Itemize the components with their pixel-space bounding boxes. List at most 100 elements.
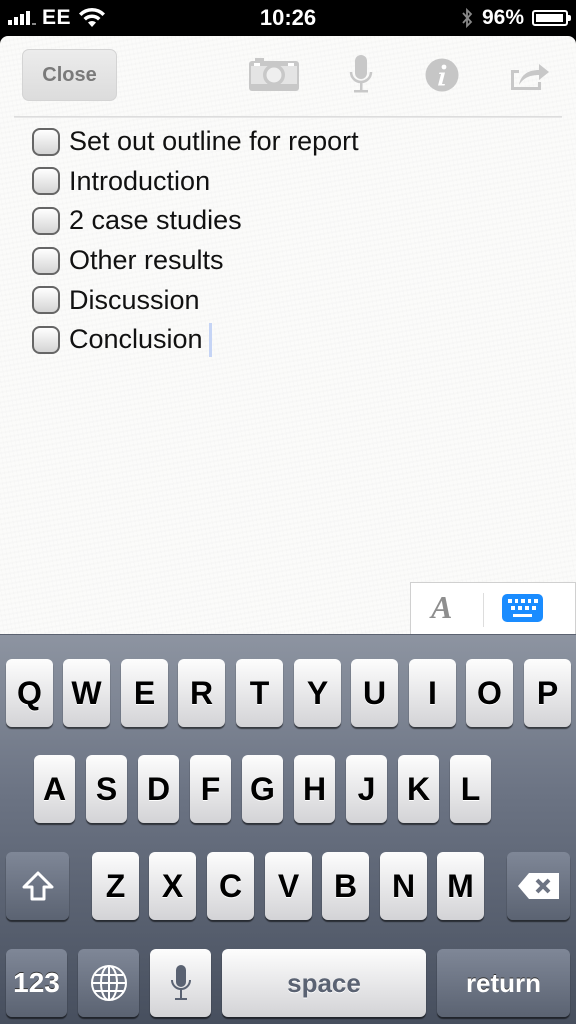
dictate-button[interactable] [346, 54, 376, 96]
key-j[interactable]: J [346, 755, 387, 823]
key-label: W [71, 674, 102, 711]
key-v[interactable]: V [265, 852, 312, 920]
checklist-item[interactable]: Set out outline for report [32, 122, 359, 162]
key-label: M [447, 867, 474, 904]
key-o[interactable]: O [466, 659, 513, 727]
key-s[interactable]: S [86, 755, 127, 823]
key-c[interactable]: C [207, 852, 254, 920]
key-label: S [95, 770, 118, 807]
numbers-key[interactable]: 123 [6, 949, 67, 1017]
key-p[interactable]: P [524, 659, 571, 727]
key-label: F [200, 770, 221, 807]
key-w[interactable]: W [63, 659, 110, 727]
shift-key[interactable] [6, 852, 69, 920]
key-label: O [477, 674, 502, 711]
battery-percent: 96% [481, 6, 524, 29]
checklist-item[interactable]: 2 case studies [32, 201, 359, 241]
key-label: V [277, 867, 300, 904]
dictation-key[interactable] [150, 949, 211, 1017]
key-u[interactable]: U [351, 659, 398, 727]
key-label: L [460, 770, 481, 807]
key-label: A [42, 770, 67, 807]
key-m[interactable]: M [437, 852, 484, 920]
key-label: D [146, 770, 171, 807]
font-format-icon[interactable]: A [431, 589, 452, 626]
globe-key[interactable] [78, 949, 139, 1017]
note-page[interactable]: Close Set out outline for report Introdu… [0, 36, 576, 634]
key-label: G [250, 770, 275, 807]
key-label: P [536, 674, 559, 711]
checklist-item-text[interactable]: Conclusion [69, 324, 203, 355]
key-d[interactable]: D [138, 755, 179, 823]
keyboard-icon[interactable] [502, 594, 543, 622]
globe-icon [90, 965, 127, 1001]
key-label: J [357, 770, 376, 807]
key-f[interactable]: F [190, 755, 231, 823]
key-h[interactable]: H [294, 755, 335, 823]
checkbox[interactable] [32, 246, 60, 275]
close-button[interactable]: Close [22, 49, 117, 101]
checklist-item-text[interactable]: 2 case studies [69, 205, 242, 236]
checkbox[interactable] [32, 206, 60, 235]
toolbar: Close [0, 36, 576, 116]
camera-icon [249, 58, 299, 91]
return-key[interactable]: return [437, 949, 570, 1017]
key-b[interactable]: B [322, 852, 369, 920]
key-label: C [218, 867, 243, 904]
key-label: Z [105, 867, 126, 904]
key-label: 123 [13, 967, 60, 998]
delete-icon [517, 873, 559, 899]
key-label: H [302, 770, 327, 807]
key-label: K [406, 770, 431, 807]
key-q[interactable]: Q [6, 659, 53, 727]
camera-button[interactable] [247, 54, 301, 96]
checklist-item-text[interactable]: Set out outline for report [69, 126, 359, 157]
key-label: Y [306, 674, 329, 711]
checkbox[interactable] [32, 127, 60, 156]
info-button[interactable] [424, 54, 460, 96]
key-n[interactable]: N [380, 852, 427, 920]
key-label: I [428, 674, 437, 711]
checklist-item[interactable]: Introduction [32, 162, 359, 202]
key-k[interactable]: K [398, 755, 439, 823]
key-r[interactable]: R [178, 659, 225, 727]
key-i[interactable]: I [409, 659, 456, 727]
share-button[interactable] [508, 54, 552, 96]
checklist-item[interactable]: Conclusion [32, 320, 359, 360]
bluetooth-icon [462, 7, 473, 29]
checkbox[interactable] [32, 167, 60, 196]
checklist-item-text[interactable]: Introduction [69, 166, 210, 197]
checklist-item-text[interactable]: Discussion [69, 285, 200, 316]
checklist-item[interactable]: Discussion [32, 280, 359, 320]
key-label: B [333, 867, 358, 904]
text-cursor [208, 322, 212, 357]
key-label: space [287, 967, 361, 998]
key-e[interactable]: E [121, 659, 168, 727]
battery-icon [532, 10, 571, 26]
key-l[interactable]: L [450, 755, 491, 823]
toolbar-divider [14, 116, 562, 118]
delete-key[interactable] [507, 852, 570, 920]
key-a[interactable]: A [34, 755, 75, 823]
key-x[interactable]: X [149, 852, 196, 920]
keyboard: Q W E R T Y U I O P A S D F G H J K L Z … [0, 634, 576, 1024]
key-label: U [362, 674, 387, 711]
key-z[interactable]: Z [92, 852, 139, 920]
checkbox[interactable] [32, 325, 60, 354]
key-label: N [391, 867, 416, 904]
checklist-item[interactable]: Other results [32, 241, 359, 281]
key-t[interactable]: T [236, 659, 283, 727]
key-y[interactable]: Y [294, 659, 341, 727]
status-bar: EE 10:26 96% [0, 0, 576, 36]
key-label: X [161, 867, 184, 904]
key-label: R [189, 674, 214, 711]
space-key[interactable]: space [222, 949, 426, 1017]
dictation-icon [170, 965, 191, 1000]
microphone-icon [349, 55, 373, 93]
checklist-item-text[interactable]: Other results [69, 245, 224, 276]
key-g[interactable]: G [242, 755, 283, 823]
key-label: E [133, 674, 156, 711]
checkbox[interactable] [32, 286, 60, 315]
share-icon [511, 64, 549, 90]
key-label: return [465, 967, 542, 998]
